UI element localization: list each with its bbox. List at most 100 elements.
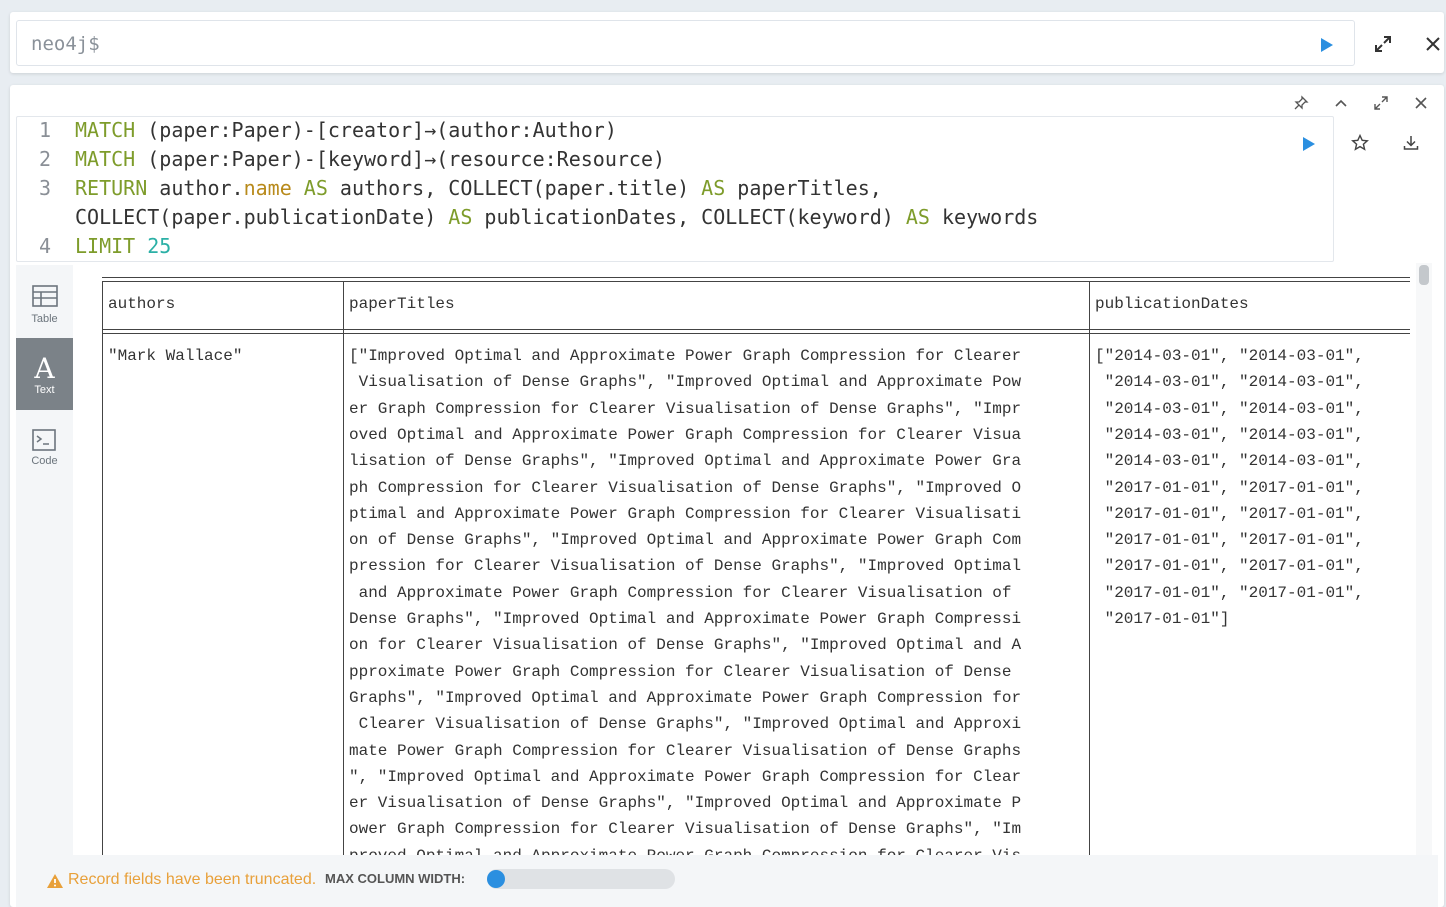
cell-publicationdates-line: ["2014-03-01", "2014-03-01",	[1095, 347, 1364, 365]
cell-papertitles-line: er Graph Compression for Clearer Visuali…	[349, 399, 1022, 418]
cell-publicationdates-line: "2017-01-01", "2017-01-01",	[1095, 583, 1364, 602]
code-token: publicationDates, COLLECT(keyword)	[472, 205, 906, 229]
collapse-icon[interactable]	[1333, 95, 1349, 111]
close-icon[interactable]	[1423, 34, 1443, 54]
text-icon: A	[34, 352, 55, 385]
pin-icon[interactable]	[1293, 95, 1309, 111]
close-frame-icon[interactable]	[1413, 95, 1429, 111]
cell-publicationdates-line: "2017-01-01", "2017-01-01",	[1095, 531, 1364, 550]
cell-author: "Mark Wallace"	[108, 347, 243, 365]
max-column-width-slider[interactable]	[487, 869, 675, 889]
cell-papertitles-line: pression for Clearer Visualisation of De…	[349, 557, 1022, 576]
cell-papertitles-line: Visualisation of Dense Graphs", "Improve…	[349, 373, 1022, 392]
table-icon	[32, 285, 58, 307]
cell-papertitles-line: ptimal and Approximate Power Graph Compr…	[349, 504, 1022, 523]
table-border	[102, 329, 1410, 330]
cell-publicationdates-line: "2017-01-01"]	[1095, 610, 1230, 628]
table-border	[102, 277, 1410, 278]
slider-thumb[interactable]	[487, 870, 505, 888]
prompt-label: neo4j$	[31, 33, 100, 55]
code-token: (paper:Paper)-[keyword]→(resource:Resour…	[135, 147, 666, 171]
view-sidebar: Table A Text Code	[16, 265, 73, 855]
star-icon[interactable]	[1350, 133, 1370, 153]
results-scrollbar[interactable]	[1416, 263, 1432, 855]
code-token: MATCH	[75, 118, 136, 142]
text-results: authors paperTitles publicationDates "Ma…	[73, 265, 1410, 855]
cell-papertitles-line: Clearer Visualisation of Dense Graphs", …	[349, 715, 1022, 734]
rerun-icon[interactable]	[1298, 134, 1318, 154]
code-token: AS	[701, 176, 726, 200]
view-code-label: Code	[31, 455, 58, 467]
code-token: paperTitles,	[725, 176, 882, 200]
line-content: LIMIT 25	[75, 234, 171, 258]
cell-publicationdates-line: "2017-01-01", "2017-01-01",	[1095, 478, 1364, 497]
cell-papertitles-line: and Approximate Power Graph Compression …	[349, 583, 1022, 602]
cell-publicationdates-line: "2014-03-01", "2014-03-01",	[1095, 452, 1364, 471]
warning-icon	[47, 874, 63, 888]
cell-publicationdates-line: "2017-01-01", "2017-01-01",	[1095, 504, 1364, 523]
cell-papertitles-line: on of Dense Graphs", "Improved Optimal a…	[349, 531, 1022, 550]
code-token: MATCH	[75, 147, 136, 171]
editor-bar: neo4j$	[10, 12, 1444, 73]
view-code-button[interactable]: Code	[16, 411, 73, 483]
column-header-papertitles: paperTitles	[349, 295, 455, 313]
cell-papertitles-line: ["Improved Optimal and Approximate Power…	[349, 347, 1022, 365]
line-content: MATCH (paper:Paper)-[creator]→(author:Au…	[75, 118, 617, 142]
code-token: RETURN	[75, 176, 148, 200]
view-text-button[interactable]: A Text	[16, 338, 73, 410]
cell-publicationdates-line: "2014-03-01", "2014-03-01",	[1095, 425, 1364, 444]
fullscreen-icon[interactable]	[1373, 34, 1393, 54]
column-separator	[343, 281, 344, 855]
cell-papertitles-line: pproximate Power Graph Compression for C…	[349, 662, 1022, 681]
query-input[interactable]: neo4j$	[16, 20, 1355, 66]
run-icon[interactable]	[1316, 35, 1336, 55]
view-text-label: Text	[34, 384, 55, 396]
column-header-publicationdates: publicationDates	[1095, 295, 1249, 313]
code-token: (paper:Paper)-[creator]→(author:Author)	[135, 118, 617, 142]
cell-papertitles-line: Graphs", "Improved Optimal and Approxima…	[349, 688, 1022, 707]
download-icon[interactable]	[1401, 133, 1421, 153]
cell-papertitles-line: ", "Improved Optimal and Approximate Pow…	[349, 767, 1022, 786]
cell-papertitles-line: er Visualisation of Dense Graphs", "Impr…	[349, 794, 1022, 813]
cell-publicationdates-line: "2017-01-01", "2017-01-01",	[1095, 557, 1364, 576]
cell-papertitles-line: oved Optimal and Approximate Power Graph…	[349, 425, 1022, 444]
code-token: LIMIT	[75, 234, 136, 258]
code-token: keywords	[929, 205, 1039, 229]
line-content: COLLECT(paper.publicationDate) AS public…	[75, 205, 1038, 229]
line-number: 3	[39, 176, 52, 200]
code-token: AS	[448, 205, 473, 229]
code-token: COLLECT(paper.publicationDate)	[75, 205, 449, 229]
cell-papertitles-line: lisation of Dense Graphs", "Improved Opt…	[349, 452, 1022, 471]
line-number: 4	[39, 234, 52, 258]
cell-papertitles-line: mate Power Graph Compression for Clearer…	[349, 741, 1022, 760]
cell-papertitles-line: proved Optimal and Approximate Power Gra…	[349, 843, 1021, 855]
fullscreen-frame-icon[interactable]	[1373, 95, 1389, 111]
code-token: authors, COLLECT(paper.title)	[327, 176, 702, 200]
column-separator	[102, 281, 103, 855]
code-token: AS	[905, 205, 930, 229]
cell-papertitles-line: ower Graph Compression for Clearer Visua…	[349, 820, 1022, 839]
code-icon	[32, 429, 56, 451]
scrollbar-thumb[interactable]	[1419, 265, 1429, 285]
max-column-width-label: MAX COLUMN WIDTH:	[325, 871, 466, 886]
line-number: 1	[39, 118, 52, 142]
truncation-warning: Record fields have been truncated.	[68, 871, 317, 888]
result-frame: 1 MATCH (paper:Paper)-[creator]→(author:A…	[10, 85, 1444, 907]
code-token: AS	[303, 176, 328, 200]
line-number: 2	[39, 147, 52, 171]
view-table-button[interactable]: Table	[16, 265, 73, 337]
cell-papertitles-line: on for Clearer Visualisation of Dense Gr…	[349, 636, 1022, 655]
cell-papertitles-line: ph Compression for Clearer Visualisation…	[349, 478, 1022, 497]
table-border	[102, 281, 1410, 282]
line-content: RETURN author.name AS authors, COLLECT(p…	[75, 176, 882, 200]
column-header-authors: authors	[108, 295, 176, 313]
code-token: name	[243, 176, 292, 200]
view-table-label: Table	[31, 313, 58, 325]
cell-papertitles-line: Dense Graphs", "Improved Optimal and App…	[349, 610, 1022, 628]
table-border	[102, 333, 1410, 334]
cell-publicationdates-line: "2014-03-01", "2014-03-01",	[1095, 373, 1364, 392]
line-content: MATCH (paper:Paper)-[keyword]→(resource:…	[75, 147, 665, 171]
query-code[interactable]: 1 MATCH (paper:Paper)-[creator]→(author:A…	[16, 116, 1334, 262]
code-token: 25	[147, 234, 172, 258]
